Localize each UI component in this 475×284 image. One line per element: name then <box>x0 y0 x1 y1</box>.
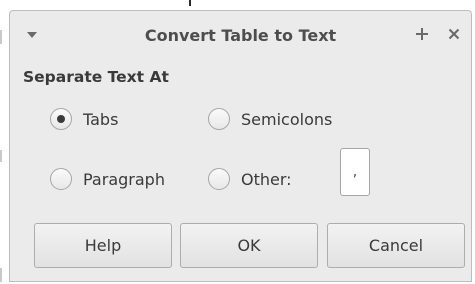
ok-button[interactable]: OK <box>180 223 318 268</box>
dialog-titlebar: Convert Table to Text <box>10 11 471 59</box>
radio-tabs-label[interactable]: Tabs <box>83 110 118 129</box>
help-button[interactable]: Help <box>34 223 172 268</box>
radio-paragraph-label[interactable]: Paragraph <box>83 170 165 189</box>
background-document-edge <box>0 30 2 44</box>
radio-button-checked[interactable] <box>50 108 72 130</box>
background-document-edge <box>0 268 2 282</box>
dialog-title: Convert Table to Text <box>144 26 337 45</box>
radio-semicolons-label[interactable]: Semicolons <box>241 110 332 129</box>
radio-button[interactable] <box>208 108 230 130</box>
radio-button[interactable] <box>50 168 72 190</box>
plus-icon[interactable] <box>412 24 432 44</box>
convert-table-to-text-dialog: Convert Table to Text Separate Text At T… <box>9 10 472 282</box>
radio-other-label[interactable]: Other: <box>241 170 292 189</box>
radio-other[interactable]: Other: <box>208 168 292 190</box>
radio-semicolons[interactable]: Semicolons <box>208 108 332 130</box>
background-cursor-mark <box>189 0 191 6</box>
other-separator-field[interactable]: , <box>340 148 370 196</box>
separate-text-at-label: Separate Text At <box>23 68 169 86</box>
radio-tabs[interactable]: Tabs <box>50 108 118 130</box>
background-document-edge <box>0 150 2 162</box>
radio-button[interactable] <box>208 168 230 190</box>
radio-paragraph[interactable]: Paragraph <box>50 168 165 190</box>
close-icon[interactable] <box>444 24 464 44</box>
cancel-button[interactable]: Cancel <box>327 223 465 268</box>
